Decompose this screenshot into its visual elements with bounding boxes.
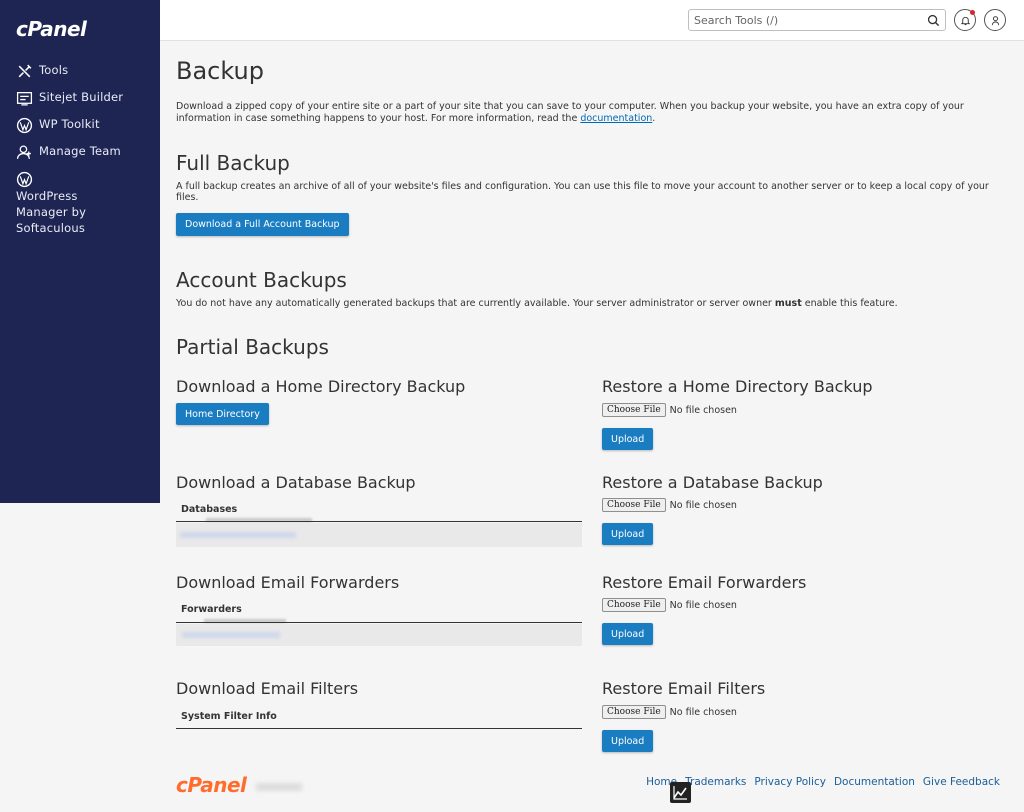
sidebar-item-manage-team[interactable]: Manage Team	[0, 141, 160, 168]
sidebar: cPanel Tools Sitejet Builder WP Toolkit …	[0, 0, 160, 503]
notifications-button[interactable]	[954, 9, 976, 31]
home-download-heading: Download a Home Directory Backup	[176, 377, 466, 396]
filters-upload-button[interactable]: Upload	[602, 730, 654, 752]
choose-file-button[interactable]: Choose File	[602, 498, 666, 512]
full-backup-heading: Full Backup	[176, 151, 290, 175]
home-upload-button[interactable]: Upload	[602, 428, 654, 450]
analytics-button[interactable]	[670, 782, 691, 803]
page-title: Backup	[176, 57, 264, 85]
footer-link-privacy[interactable]: Privacy Policy	[754, 776, 826, 788]
sidebar-item-label: Tools	[39, 63, 69, 77]
sidebar-item-wordpress-manager[interactable]: WordPress Manager by Softaculous	[0, 168, 160, 239]
download-full-backup-button[interactable]: Download a Full Account Backup	[176, 213, 349, 236]
choose-file-button[interactable]: Choose File	[602, 403, 666, 417]
choose-file-button[interactable]: Choose File	[602, 705, 666, 719]
team-icon	[16, 145, 31, 159]
databases-column-header: Databases	[181, 504, 238, 515]
footer-link-documentation[interactable]: Documentation	[834, 776, 915, 788]
sidebar-item-wp-toolkit[interactable]: WP Toolkit	[0, 114, 160, 141]
filters-file-picker[interactable]: Choose File No file chosen	[602, 705, 737, 719]
forwarders-column-header: Forwarders	[181, 604, 242, 615]
user-icon	[991, 15, 999, 25]
wordpress-icon	[16, 117, 33, 134]
table-divider	[176, 521, 582, 522]
database-upload-button[interactable]: Upload	[602, 523, 654, 545]
partial-backups-heading: Partial Backups	[176, 335, 329, 359]
file-status: No file chosen	[669, 599, 737, 611]
forwarders-file-picker[interactable]: Choose File No file chosen	[602, 598, 737, 612]
chart-icon	[673, 786, 687, 800]
database-restore-heading: Restore a Database Backup	[602, 473, 823, 492]
sidebar-item-label: WordPress Manager by Softaculous	[16, 189, 87, 235]
search-box[interactable]	[688, 9, 946, 31]
forwarders-upload-button[interactable]: Upload	[602, 623, 654, 645]
forwarders-restore-heading: Restore Email Forwarders	[602, 573, 807, 592]
footer-link-trademarks[interactable]: Trademarks	[685, 776, 746, 788]
top-bar	[160, 0, 1024, 41]
choose-file-button[interactable]: Choose File	[602, 598, 666, 612]
tools-icon	[18, 64, 32, 78]
documentation-link[interactable]: documentation	[580, 113, 652, 124]
database-download-heading: Download a Database Backup	[176, 473, 416, 492]
home-restore-heading: Restore a Home Directory Backup	[602, 377, 873, 396]
footer-link-feedback[interactable]: Give Feedback	[923, 776, 1000, 788]
file-status: No file chosen	[669, 706, 737, 718]
intro-text: Download a zipped copy of your entire si…	[176, 101, 964, 124]
footer-links: Home Trademarks Privacy Policy Documenta…	[646, 776, 1000, 788]
filters-column-header: System Filter Info	[181, 711, 277, 722]
search-icon[interactable]	[927, 14, 940, 27]
sidebar-item-label: WP Toolkit	[39, 117, 100, 131]
sidebar-item-label: Manage Team	[39, 144, 121, 158]
cpanel-logo[interactable]: cPanel	[16, 17, 87, 41]
sitejet-icon	[16, 92, 33, 106]
table-divider	[176, 622, 582, 623]
home-directory-button[interactable]: Home Directory	[176, 403, 269, 425]
account-backups-heading: Account Backups	[176, 268, 347, 292]
full-backup-desc: A full backup creates an archive of all …	[176, 181, 989, 203]
notification-dot	[970, 10, 975, 15]
file-status: No file chosen	[669, 499, 737, 511]
database-file-picker[interactable]: Choose File No file chosen	[602, 498, 737, 512]
footer-cpanel-logo: cPanel	[176, 773, 247, 797]
filters-download-heading: Download Email Filters	[176, 679, 359, 698]
forwarders-download-heading: Download Email Forwarders	[176, 573, 400, 592]
bell-icon	[960, 16, 970, 25]
home-file-picker[interactable]: Choose File No file chosen	[602, 403, 737, 417]
user-menu-button[interactable]	[984, 9, 1006, 31]
sidebar-item-tools[interactable]: Tools	[0, 60, 160, 87]
redacted-database-link[interactable]	[180, 532, 296, 538]
file-status: No file chosen	[669, 404, 737, 416]
filters-restore-heading: Restore Email Filters	[602, 679, 766, 698]
redacted-forwarders-link[interactable]	[182, 632, 280, 638]
sidebar-nav: Tools Sitejet Builder WP Toolkit Manage …	[0, 60, 160, 239]
redacted-version	[256, 783, 302, 791]
account-backups-desc: You do not have any automatically genera…	[176, 298, 898, 309]
search-input[interactable]	[694, 13, 914, 27]
sidebar-item-sitejet[interactable]: Sitejet Builder	[0, 87, 160, 114]
sidebar-item-label: Sitejet Builder	[39, 90, 124, 104]
wordpress-icon	[16, 171, 33, 188]
table-divider	[176, 728, 582, 729]
